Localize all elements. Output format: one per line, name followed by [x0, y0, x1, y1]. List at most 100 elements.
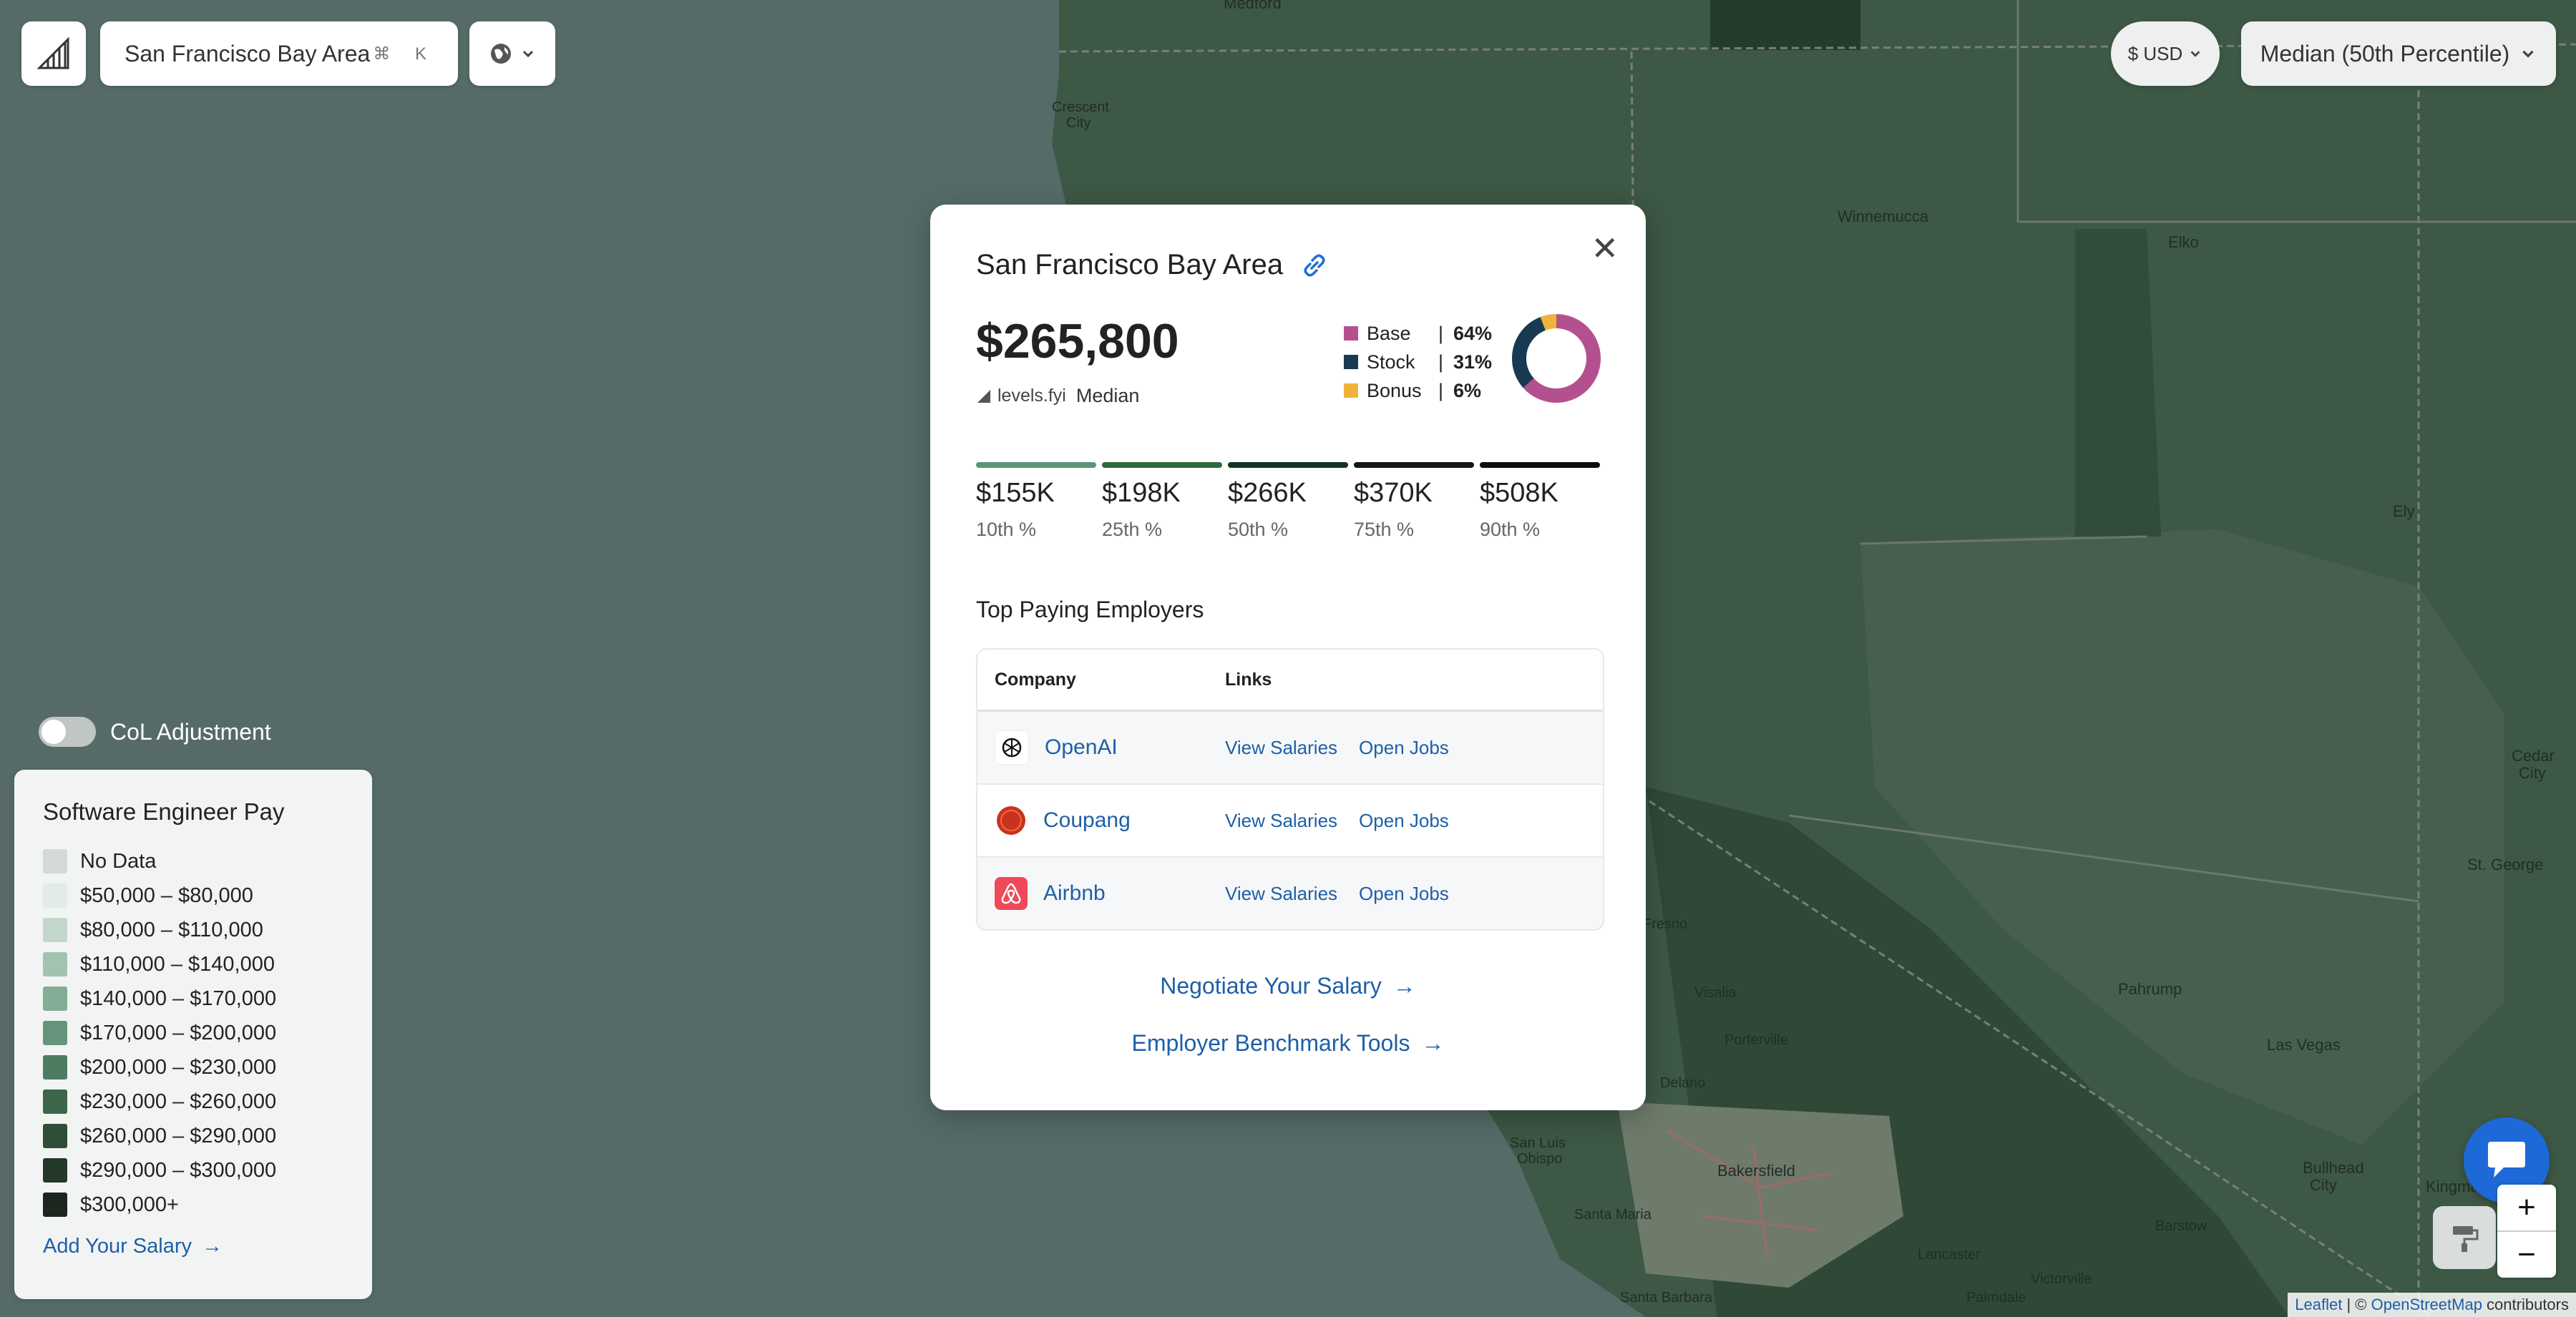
- negotiate-salary-label: Negotiate Your Salary: [1160, 973, 1382, 999]
- legend-item: $140,000 – $170,000: [43, 981, 343, 1016]
- legend-item: $230,000 – $260,000: [43, 1085, 343, 1119]
- percentile-item: $370K 75th %: [1354, 462, 1474, 541]
- links-cell: View Salaries Open Jobs: [1225, 737, 1470, 759]
- close-icon[interactable]: ✕: [1591, 232, 1619, 265]
- col-adjustment-label: CoL Adjustment: [110, 718, 271, 745]
- currency-select[interactable]: $ USD: [2111, 21, 2220, 86]
- map-attribution: Leaflet | © OpenStreetMap contributors: [2288, 1293, 2576, 1317]
- company-name-link[interactable]: Airbnb: [1043, 881, 1106, 906]
- map-style-button[interactable]: [2433, 1206, 2496, 1269]
- percentile-bar: [1354, 462, 1474, 468]
- source-brand: levels.fyi: [997, 386, 1066, 406]
- legend-swatch: [43, 1021, 67, 1045]
- percentile-item: $198K 25th %: [1102, 462, 1222, 541]
- link-icon[interactable]: [1299, 250, 1330, 281]
- location-search-button[interactable]: San Francisco Bay Area ⌘ K: [100, 21, 458, 86]
- percentile-bar: [1228, 462, 1348, 468]
- arrow-right-icon: →: [1421, 1030, 1445, 1056]
- percentile-value: $370K: [1354, 478, 1433, 508]
- zoom-in-button[interactable]: +: [2497, 1185, 2556, 1230]
- add-salary-link[interactable]: Add Your Salary →: [43, 1235, 343, 1258]
- breakdown-swatch: [1344, 355, 1358, 369]
- view-salaries-link[interactable]: View Salaries: [1225, 883, 1337, 905]
- view-salaries-link[interactable]: View Salaries: [1225, 737, 1337, 759]
- modal-title-text: San Francisco Bay Area: [976, 249, 1284, 280]
- open-jobs-link[interactable]: Open Jobs: [1359, 883, 1449, 905]
- percentile-label: Median (50th Percentile): [2260, 40, 2510, 67]
- legend-label: $170,000 – $200,000: [80, 1021, 277, 1044]
- legend-item: $260,000 – $290,000: [43, 1119, 343, 1153]
- percentile-label: 90th %: [1480, 519, 1541, 540]
- leaflet-link[interactable]: Leaflet: [2295, 1296, 2342, 1313]
- percentile-value: $266K: [1228, 478, 1307, 508]
- legend-label: $290,000 – $300,000: [80, 1158, 277, 1182]
- legend-swatch: [43, 1055, 67, 1079]
- employer-benchmark-link[interactable]: Employer Benchmark Tools →: [930, 1030, 1646, 1057]
- employer-benchmark-label: Employer Benchmark Tools: [1131, 1030, 1410, 1056]
- chevron-down-icon: [2522, 50, 2534, 58]
- region-select-button[interactable]: [469, 21, 555, 86]
- negotiate-salary-link[interactable]: Negotiate Your Salary →: [930, 973, 1646, 999]
- location-search-text: San Francisco Bay Area: [125, 40, 371, 67]
- table-row: Airbnb View Salaries Open Jobs: [977, 858, 1603, 929]
- company-cell: Coupang: [977, 804, 1225, 837]
- legend-list: No Data $50,000 – $80,000 $80,000 – $110,0…: [43, 844, 343, 1222]
- coupang-logo-icon: [995, 804, 1028, 837]
- percentile-item: $155K 10th %: [976, 462, 1096, 541]
- open-jobs-link[interactable]: Open Jobs: [1359, 810, 1449, 832]
- legend-label: $140,000 – $170,000: [80, 986, 277, 1010]
- company-name-link[interactable]: Coupang: [1043, 808, 1131, 833]
- percentile-label: 25th %: [1102, 519, 1163, 540]
- legend-label: No Data: [80, 849, 157, 873]
- levels-logo-icon: [36, 36, 69, 69]
- legend-label: $110,000 – $140,000: [80, 952, 275, 976]
- percentile-value: $155K: [976, 478, 1055, 508]
- toggle-track[interactable]: [39, 717, 96, 747]
- percentile-item: $266K 50th %: [1228, 462, 1348, 541]
- percentile-distribution: $155K 10th % $198K 25th % $266K 50th % $370K 75…: [976, 462, 1606, 541]
- breakdown-pct: 64%: [1453, 322, 1493, 344]
- breakdown-name: Bonus: [1367, 379, 1422, 401]
- arrow-right-icon: →: [1392, 973, 1416, 999]
- legend-swatch: [43, 883, 67, 908]
- open-jobs-link[interactable]: Open Jobs: [1359, 737, 1449, 759]
- add-salary-label: Add Your Salary: [43, 1235, 192, 1258]
- view-salaries-link[interactable]: View Salaries: [1225, 810, 1337, 832]
- breakdown-item: Stock | 31%: [1344, 348, 1492, 376]
- modal-title: San Francisco Bay Area: [976, 249, 1330, 281]
- openai-logo-icon: [995, 730, 1029, 765]
- header-links: Links: [1225, 669, 1272, 690]
- pay-legend: Software Engineer Pay No Data $50,000 – $…: [14, 770, 372, 1299]
- source-label: Median: [1075, 385, 1140, 406]
- legend-item: $170,000 – $200,000: [43, 1016, 343, 1050]
- percentile-select[interactable]: Median (50th Percentile): [2241, 21, 2556, 86]
- percentile-item: $508K 90th %: [1480, 462, 1600, 541]
- zoom-control: + −: [2497, 1185, 2556, 1278]
- breakdown-name: Stock: [1367, 351, 1415, 373]
- legend-swatch: [43, 986, 67, 1011]
- breakdown-pct: 31%: [1453, 351, 1493, 373]
- home-logo-button[interactable]: [21, 21, 86, 86]
- company-name-link[interactable]: OpenAI: [1045, 735, 1118, 760]
- keyboard-shortcut-hint: ⌘ K: [373, 44, 436, 64]
- paint-roller-icon: [2453, 1226, 2479, 1252]
- breakdown-divider: |: [1438, 351, 1444, 373]
- breakdown-swatch: [1344, 383, 1358, 398]
- legend-label: $50,000 – $80,000: [80, 883, 253, 907]
- company-cell: OpenAI: [977, 730, 1225, 765]
- company-cell: Airbnb: [977, 877, 1225, 910]
- legend-item: $80,000 – $110,000: [43, 913, 343, 947]
- col-adjustment-toggle[interactable]: CoL Adjustment: [39, 717, 271, 747]
- location-detail-modal: ✕ San Francisco Bay Area $265,800 levels…: [930, 205, 1646, 1110]
- breakdown-item: Base | 64%: [1344, 319, 1492, 348]
- header-company: Company: [995, 669, 1076, 690]
- osm-link[interactable]: OpenStreetMap: [2371, 1296, 2482, 1313]
- legend-label: $200,000 – $230,000: [80, 1055, 277, 1079]
- top-employers-title: Top Paying Employers: [976, 597, 1204, 622]
- legend-swatch: [43, 1193, 67, 1217]
- chevron-down-icon: [2190, 51, 2200, 57]
- legend-swatch: [43, 849, 67, 873]
- percentile-bar: [976, 462, 1096, 468]
- zoom-out-button[interactable]: −: [2497, 1232, 2556, 1278]
- links-cell: View Salaries Open Jobs: [1225, 883, 1470, 905]
